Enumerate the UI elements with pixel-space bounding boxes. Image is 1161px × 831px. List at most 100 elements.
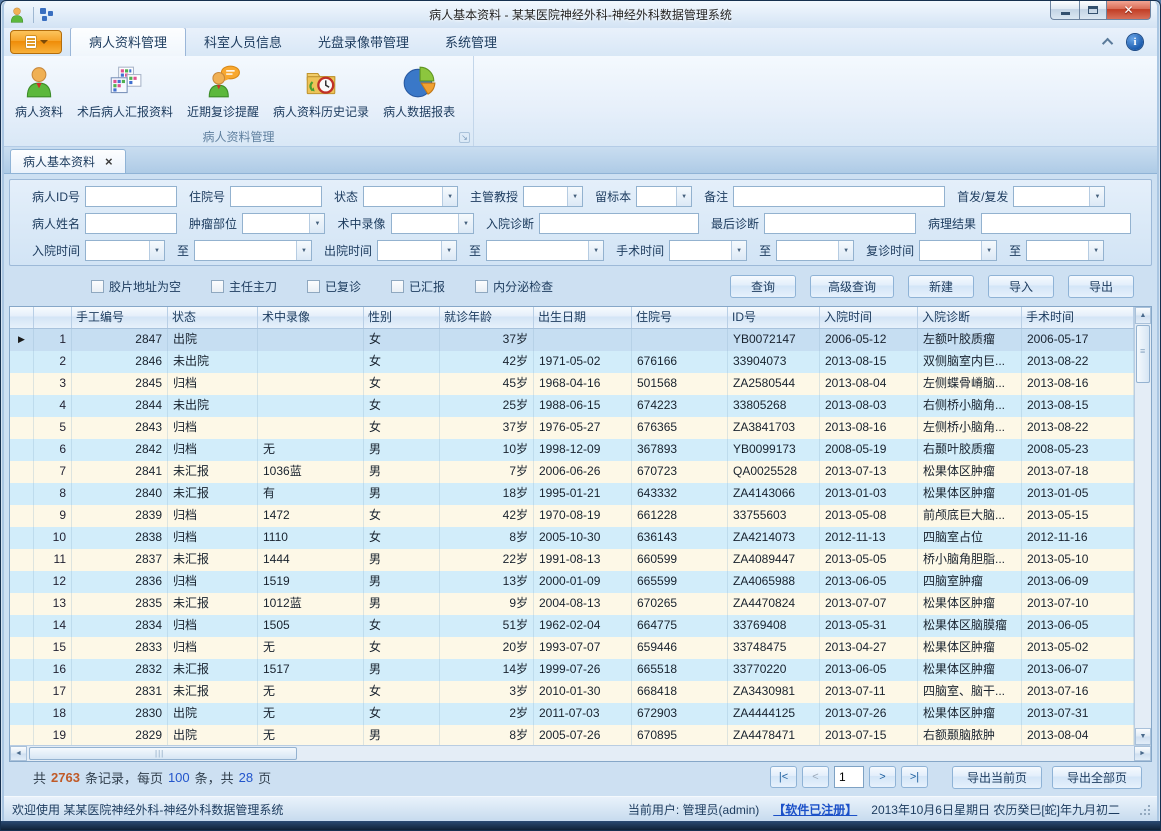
- horizontal-scroll-thumb[interactable]: [29, 747, 297, 760]
- table-row-11[interactable]: 112837未汇报1444男22岁1991-08-13660599ZA40894…: [10, 549, 1134, 571]
- final-diagnosis-input[interactable]: [764, 213, 916, 234]
- export-all-pages-button[interactable]: 导出全部页: [1052, 766, 1142, 789]
- ribbon-tab-system-management[interactable]: 系统管理: [427, 28, 515, 56]
- vertical-scrollbar[interactable]: ▲ ▼: [1134, 307, 1151, 745]
- maximize-button[interactable]: [1079, 1, 1106, 20]
- table-row-2[interactable]: 22846未出院女42岁1971-05-02676166339040732013…: [10, 351, 1134, 373]
- ribbon-button-patient-data-history[interactable]: 病人资料历史记录: [266, 60, 376, 123]
- column-header-manual-number[interactable]: 手工编号: [72, 307, 168, 328]
- chevron-down-icon[interactable]: ▼: [1088, 241, 1103, 260]
- table-row-14[interactable]: 142834归档1505女51岁1962-02-0466477533769408…: [10, 615, 1134, 637]
- ribbon-button-patient-data[interactable]: 病人资料: [8, 60, 70, 123]
- table-row-5[interactable]: 52843归档女37岁1976-05-27676365ZA38417032013…: [10, 417, 1134, 439]
- intraop-video-combo[interactable]: ▼: [391, 213, 474, 234]
- table-row-13[interactable]: 132835未汇报1012蓝男9岁2004-08-13670265ZA44708…: [10, 593, 1134, 615]
- chevron-down-icon[interactable]: ▼: [1089, 187, 1104, 206]
- export-current-page-button[interactable]: 导出当前页: [952, 766, 1042, 789]
- tab-close-icon[interactable]: ×: [105, 157, 113, 167]
- remarks-input[interactable]: [733, 186, 945, 207]
- horizontal-scroll-track[interactable]: [297, 746, 1134, 761]
- admission-date-from-combo[interactable]: ▼: [85, 240, 165, 261]
- column-header-row-number[interactable]: [34, 307, 72, 328]
- new-button[interactable]: 新建: [908, 275, 974, 298]
- status-combo[interactable]: ▼: [363, 186, 458, 207]
- checkbox-chief-surgeon[interactable]: 主任主刀: [211, 278, 277, 295]
- scroll-right-icon[interactable]: ►: [1134, 746, 1151, 761]
- admission-number-input[interactable]: [230, 186, 322, 207]
- chief-professor-combo[interactable]: ▼: [523, 186, 583, 207]
- table-row-6[interactable]: 62842归档无男10岁1998-12-09367893YB0099173200…: [10, 439, 1134, 461]
- prev-page-button[interactable]: <: [802, 766, 829, 788]
- table-row-15[interactable]: 152833归档无女20岁1993-07-0765944633748475201…: [10, 637, 1134, 659]
- collapse-ribbon-icon[interactable]: [1102, 38, 1113, 49]
- chevron-down-icon[interactable]: ▼: [149, 241, 164, 260]
- chevron-down-icon[interactable]: ▼: [676, 187, 691, 206]
- patient-id-input[interactable]: [85, 186, 177, 207]
- patient-name-input[interactable]: [85, 213, 177, 234]
- vertical-scroll-track[interactable]: [1135, 384, 1151, 728]
- ribbon-tab-patient-data-management[interactable]: 病人资料管理: [70, 27, 186, 56]
- minimize-button[interactable]: [1050, 1, 1079, 20]
- column-header-status[interactable]: 状态: [168, 307, 258, 328]
- specimen-kept-combo[interactable]: ▼: [636, 186, 692, 207]
- resize-grip-icon[interactable]: [1138, 803, 1151, 816]
- column-header-admission-date[interactable]: 入院时间: [820, 307, 918, 328]
- ribbon-button-recent-followup-reminder[interactable]: 近期复诊提醒: [180, 60, 266, 123]
- table-row-3[interactable]: 32845归档女45岁1968-04-16501568ZA25805442013…: [10, 373, 1134, 395]
- table-row-17[interactable]: 172831未汇报无女3岁2010-01-30668418ZA343098120…: [10, 681, 1134, 703]
- ribbon-button-patient-data-report[interactable]: 病人数据报表: [376, 60, 462, 123]
- import-button[interactable]: 导入: [988, 275, 1054, 298]
- advanced-query-button[interactable]: 高级查询: [810, 275, 894, 298]
- first-page-button[interactable]: |<: [770, 766, 797, 788]
- chevron-down-icon[interactable]: ▼: [458, 214, 473, 233]
- followup-date-to-combo[interactable]: ▼: [1026, 240, 1104, 261]
- ribbon-button-postop-patient-report-data[interactable]: 术后病人汇报资料: [70, 60, 180, 123]
- close-button[interactable]: ✕: [1106, 1, 1151, 20]
- table-row-1[interactable]: ▶12847出院女37岁YB00721472006-05-12左额叶胶质瘤200…: [10, 329, 1134, 351]
- application-menu-button[interactable]: [10, 30, 62, 54]
- chevron-down-icon[interactable]: ▼: [567, 187, 582, 206]
- vertical-scroll-thumb[interactable]: [1136, 325, 1150, 383]
- tumor-site-combo[interactable]: ▼: [242, 213, 325, 234]
- chevron-down-icon[interactable]: ▼: [441, 241, 456, 260]
- scroll-down-icon[interactable]: ▼: [1135, 728, 1151, 745]
- table-row-16[interactable]: 162832未汇报1517男14岁1999-07-266655183377022…: [10, 659, 1134, 681]
- column-header-id-number[interactable]: ID号: [728, 307, 820, 328]
- column-header-admission-diagnosis[interactable]: 入院诊断: [918, 307, 1022, 328]
- table-row-18[interactable]: 182830出院无女2岁2011-07-03672903ZA4444125201…: [10, 703, 1134, 725]
- table-row-19[interactable]: 192829出院无男8岁2005-07-26670895ZA4478471201…: [10, 725, 1134, 745]
- column-header-gender[interactable]: 性别: [364, 307, 440, 328]
- discharge-date-from-combo[interactable]: ▼: [377, 240, 457, 261]
- admission-diagnosis-input[interactable]: [539, 213, 699, 234]
- table-row-12[interactable]: 122836归档1519男13岁2000-01-09665599ZA406598…: [10, 571, 1134, 593]
- scroll-up-icon[interactable]: ▲: [1135, 307, 1151, 324]
- chevron-down-icon[interactable]: ▼: [588, 241, 603, 260]
- page-number-input[interactable]: [834, 766, 864, 788]
- chevron-down-icon[interactable]: ▼: [442, 187, 457, 206]
- column-header-intraop-video[interactable]: 术中录像: [258, 307, 364, 328]
- discharge-date-to-combo[interactable]: ▼: [486, 240, 604, 261]
- query-button[interactable]: 查询: [730, 275, 796, 298]
- last-page-button[interactable]: >|: [901, 766, 928, 788]
- horizontal-scrollbar[interactable]: ◄ ►: [10, 745, 1151, 761]
- followup-date-from-combo[interactable]: ▼: [919, 240, 997, 261]
- pathology-result-input[interactable]: [981, 213, 1131, 234]
- dialog-launcher-icon[interactable]: ↘: [459, 132, 470, 143]
- surgery-date-from-combo[interactable]: ▼: [669, 240, 747, 261]
- checkbox-followed-up[interactable]: 已复诊: [307, 278, 361, 295]
- export-button[interactable]: 导出: [1068, 275, 1134, 298]
- column-header-admission-number[interactable]: 住院号: [632, 307, 728, 328]
- first-or-recurrence-combo[interactable]: ▼: [1013, 186, 1105, 207]
- chevron-down-icon[interactable]: ▼: [296, 241, 311, 260]
- chevron-down-icon[interactable]: ▼: [309, 214, 324, 233]
- info-icon[interactable]: i: [1127, 34, 1143, 50]
- chevron-down-icon[interactable]: ▼: [731, 241, 746, 260]
- table-row-4[interactable]: 42844未出院女25岁1988-06-15674223338052682013…: [10, 395, 1134, 417]
- checkbox-endocrine-exam[interactable]: 内分泌检查: [475, 278, 553, 295]
- column-header-visit-age[interactable]: 就诊年龄: [440, 307, 534, 328]
- admission-date-to-combo[interactable]: ▼: [194, 240, 312, 261]
- registered-link[interactable]: 【软件已注册】: [773, 801, 857, 818]
- ribbon-tab-disc-videotape-management[interactable]: 光盘录像带管理: [300, 28, 427, 56]
- checkbox-reported[interactable]: 已汇报: [391, 278, 445, 295]
- table-row-8[interactable]: 82840未汇报有男18岁1995-01-21643332ZA414306620…: [10, 483, 1134, 505]
